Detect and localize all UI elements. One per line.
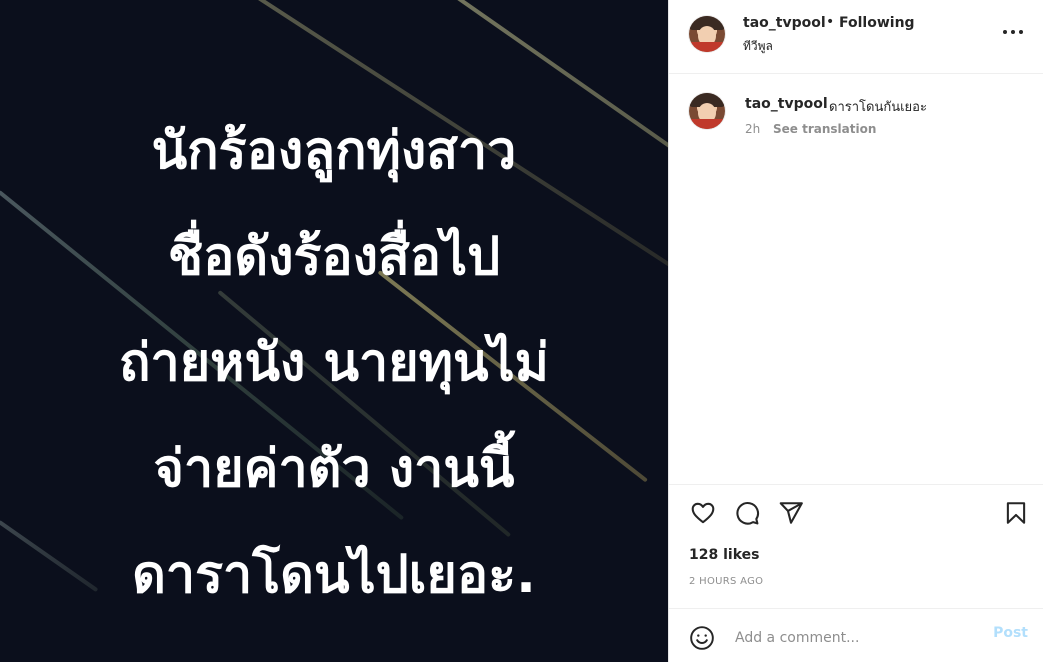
author-username[interactable]: tao_tvpool bbox=[743, 15, 826, 31]
comment-icon[interactable] bbox=[733, 499, 761, 527]
headline-line: ชื่อดังร้องสื่อไป bbox=[167, 227, 501, 287]
avatar-shirt bbox=[689, 42, 725, 52]
post-timestamp[interactable]: 2 HOURS AGO bbox=[689, 576, 763, 587]
separator-dot: • bbox=[826, 14, 835, 30]
avatar[interactable] bbox=[689, 16, 725, 52]
location-link[interactable]: ทีวีพูล bbox=[743, 37, 773, 56]
post-button[interactable]: Post bbox=[993, 625, 1028, 641]
likes-count[interactable]: 128 likes bbox=[689, 547, 759, 563]
action-bar: 128 likes 2 HOURS AGO bbox=[669, 484, 1043, 608]
avatar[interactable] bbox=[689, 93, 725, 129]
headline-line: จ่ายค่าตัว งานนี้ bbox=[153, 439, 515, 499]
post-image[interactable]: นักร้องลูกทุ่งสาว ชื่อดังร้องสื่อไป ถ่าย… bbox=[0, 0, 668, 662]
post-header: tao_tvpool • Following ทีวีพูล bbox=[669, 0, 1043, 74]
caption-text: ดาราโดนกันเยอะ bbox=[829, 100, 927, 115]
caption-username[interactable]: tao_tvpool bbox=[745, 96, 828, 112]
following-button[interactable]: Following bbox=[839, 15, 915, 31]
post-sidebar: tao_tvpool • Following ทีวีพูล tao_tvpoo… bbox=[668, 0, 1043, 662]
comment-input[interactable] bbox=[733, 623, 987, 653]
see-translation-link[interactable]: See translation bbox=[773, 122, 876, 136]
avatar-shirt bbox=[689, 119, 725, 129]
more-horizontal-icon[interactable] bbox=[1002, 20, 1024, 44]
heart-icon[interactable] bbox=[689, 499, 717, 527]
headline-line: นักร้องลูกทุ่งสาว bbox=[151, 121, 517, 181]
share-icon[interactable] bbox=[777, 499, 805, 527]
bookmark-icon[interactable] bbox=[1002, 499, 1030, 527]
add-comment-bar: Post bbox=[669, 608, 1043, 662]
image-headline: นักร้องลูกทุ่งสาว ชื่อดังร้องสื่อไป ถ่าย… bbox=[0, 98, 668, 628]
instagram-post-view: นักร้องลูกทุ่งสาว ชื่อดังร้องสื่อไป ถ่าย… bbox=[0, 0, 1043, 662]
caption-comment: tao_tvpool ดาราโดนกันเยอะ 2h See transla… bbox=[669, 76, 1043, 156]
caption-time[interactable]: 2h bbox=[745, 122, 760, 136]
headline-line: ถ่ายหนัง นายทุนไม่ bbox=[119, 333, 549, 393]
emoji-icon[interactable] bbox=[689, 625, 715, 651]
headline-line: ดาราโดนไปเยอะ. bbox=[132, 545, 536, 605]
